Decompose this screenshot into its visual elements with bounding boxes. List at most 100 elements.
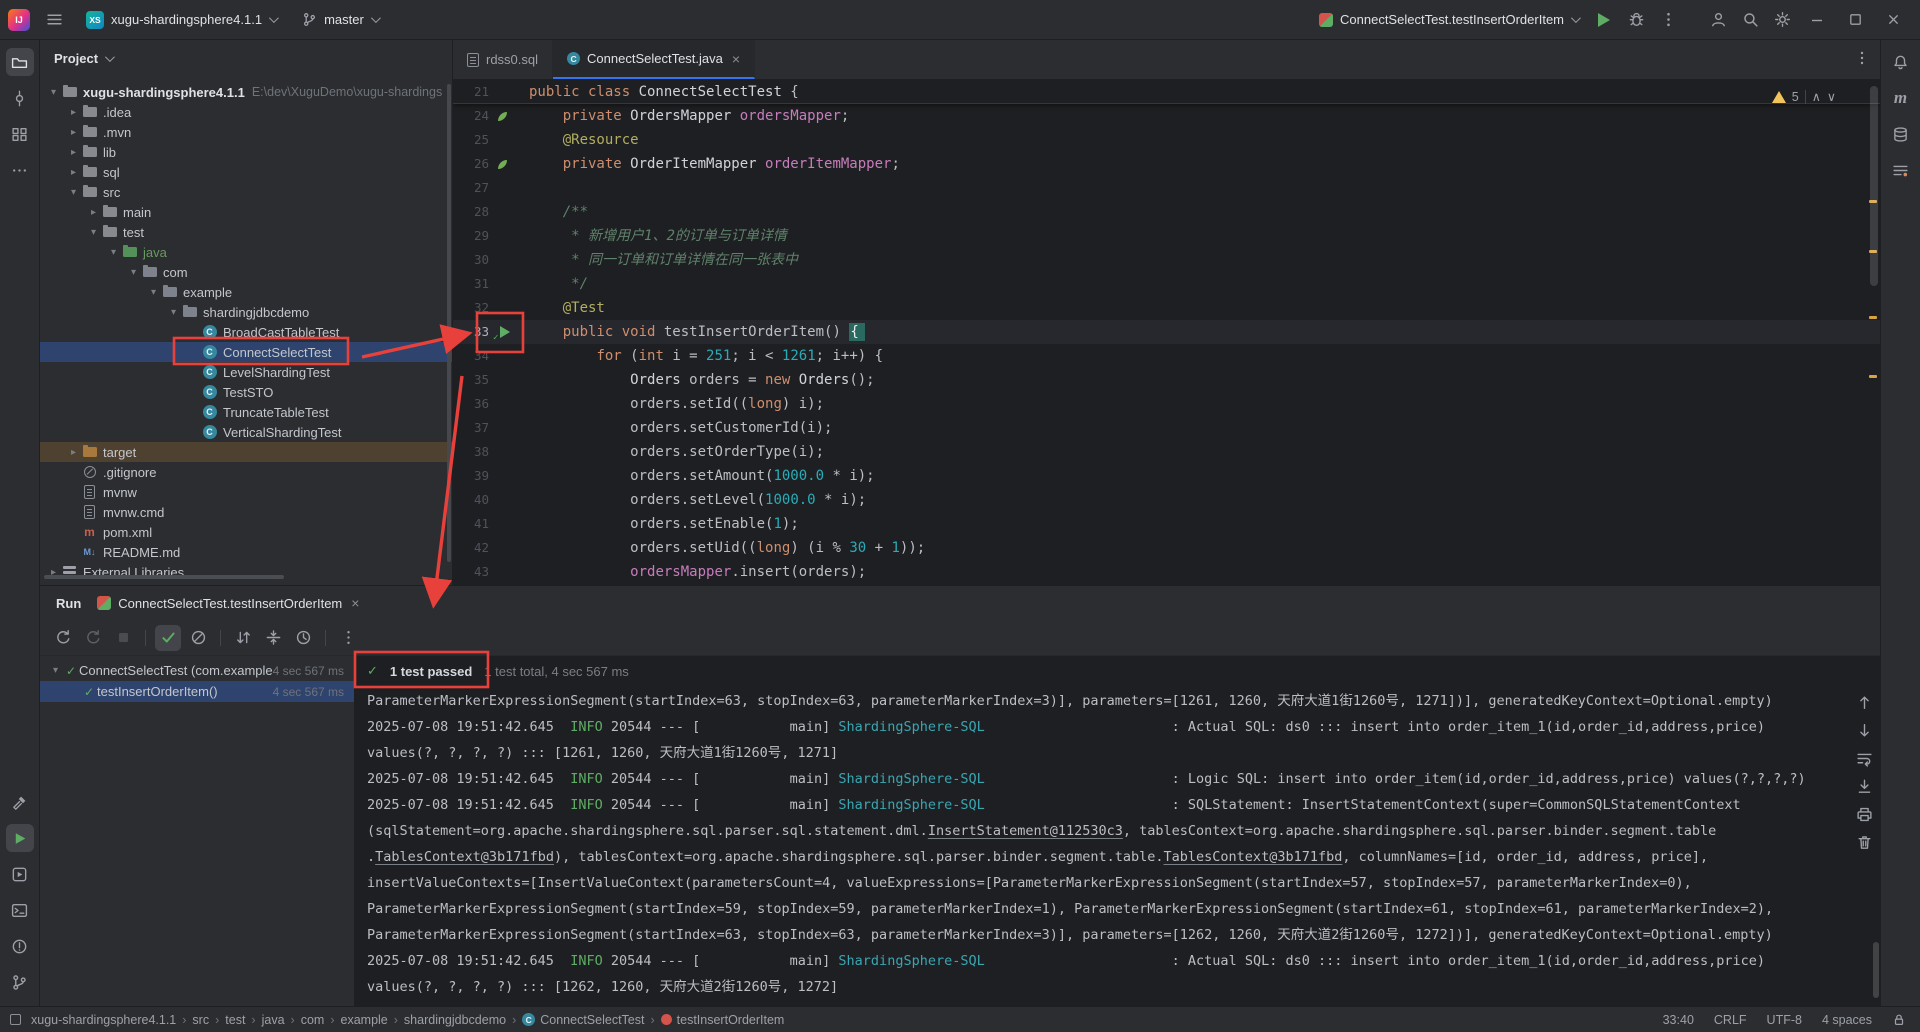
- editor-gutter[interactable]: 40: [453, 488, 529, 512]
- code-line-32[interactable]: 32 @Test: [453, 296, 1880, 320]
- search-everywhere-button[interactable]: [1736, 6, 1764, 34]
- chevron-down-icon[interactable]: [105, 52, 115, 62]
- rerun-button[interactable]: [50, 625, 76, 651]
- breadcrumb-item[interactable]: testInsertOrderItem: [661, 1013, 785, 1027]
- minimize-button[interactable]: [1800, 5, 1834, 35]
- breadcrumb-item[interactable]: com: [301, 1013, 325, 1027]
- editor-gutter[interactable]: 39: [453, 464, 529, 488]
- run-tool-button[interactable]: [6, 824, 34, 852]
- project-tree-item-.mvn[interactable]: ▸.mvn: [40, 122, 452, 142]
- code-line-39[interactable]: 39 orders.setAmount(1000.0 * i);: [453, 464, 1880, 488]
- code-line-37[interactable]: 37 orders.setCustomerId(i);: [453, 416, 1880, 440]
- editor-tab-ConnectSelectTest.java[interactable]: CConnectSelectTest.java×: [553, 40, 755, 79]
- debug-button[interactable]: [1622, 6, 1650, 34]
- run-button[interactable]: [1590, 6, 1618, 34]
- chevron-down-icon[interactable]: ∨: [1827, 85, 1836, 109]
- breadcrumb-item[interactable]: CConnectSelectTest: [522, 1013, 644, 1027]
- project-tree-item-TestSTO[interactable]: CTestSTO: [40, 382, 452, 402]
- editor-gutter[interactable]: 30: [453, 248, 529, 272]
- services-tool-button[interactable]: [6, 860, 34, 888]
- project-tree-item-test[interactable]: ▾test: [40, 222, 452, 242]
- project-tree-item-target[interactable]: ▸target: [40, 442, 452, 462]
- more-v-button[interactable]: [335, 625, 361, 651]
- run-tab[interactable]: ConnectSelectTest.testInsertOrderItem ×: [97, 586, 359, 620]
- project-tree-item-sql[interactable]: ▸sql: [40, 162, 452, 182]
- spring-bean-icon[interactable]: [498, 112, 507, 121]
- project-tree-item-java[interactable]: ▾java: [40, 242, 452, 262]
- duration-button[interactable]: [290, 625, 316, 651]
- run-panel-title[interactable]: Run: [56, 596, 81, 611]
- line-number[interactable]: 21: [453, 80, 489, 103]
- line-number[interactable]: 42: [453, 536, 489, 560]
- console-softwrap-button[interactable]: [1852, 746, 1876, 770]
- project-tree-item-External-Libraries[interactable]: ▸External Libraries: [40, 562, 452, 582]
- project-tree-item-README.md[interactable]: M↓README.md: [40, 542, 452, 562]
- more-tool-button[interactable]: [6, 156, 34, 184]
- console-link[interactable]: TablesContext@3b171fbd: [1164, 849, 1343, 865]
- editor-gutter[interactable]: 24: [453, 104, 529, 128]
- code-line-40[interactable]: 40 orders.setLevel(1000.0 * i);: [453, 488, 1880, 512]
- project-tree-item-com[interactable]: ▾com: [40, 262, 452, 282]
- line-number[interactable]: 27: [453, 176, 489, 200]
- project-panel-title[interactable]: Project: [54, 51, 98, 66]
- project-tree-item-.gitignore[interactable]: .gitignore: [40, 462, 452, 482]
- editor-gutter[interactable]: 33: [453, 320, 529, 344]
- project-tree-item-TruncateTableTest[interactable]: CTruncateTableTest: [40, 402, 452, 422]
- project-widget[interactable]: XS xugu-shardingsphere4.1.1: [78, 6, 284, 34]
- code-line-26[interactable]: 26 private OrderItemMapper orderItemMapp…: [453, 152, 1880, 176]
- project-tree-item-mvnw[interactable]: mvnw: [40, 482, 452, 502]
- breadcrumb-item[interactable]: test: [225, 1013, 245, 1027]
- console-scrollbar[interactable]: [1873, 942, 1879, 998]
- console-down-button[interactable]: [1852, 718, 1876, 742]
- main-menu-button[interactable]: [40, 6, 68, 34]
- line-number[interactable]: 41: [453, 512, 489, 536]
- project-tree-item-lib[interactable]: ▸lib: [40, 142, 452, 162]
- chevron-down-icon[interactable]: ▾: [166, 307, 181, 318]
- chevron-right-icon[interactable]: ▸: [66, 147, 81, 158]
- statusbar-item[interactable]: CRLF: [1714, 1013, 1747, 1027]
- close-icon[interactable]: ×: [351, 595, 359, 611]
- project-tree-item-LevelShardingTest[interactable]: CLevelShardingTest: [40, 362, 452, 382]
- code-line-36[interactable]: 36 orders.setId((long) i);: [453, 392, 1880, 416]
- notifications-tool-button[interactable]: [1887, 48, 1915, 76]
- chevron-right-icon[interactable]: ▸: [66, 107, 81, 118]
- code-line-33[interactable]: 33 public void testInsertOrderItem() {: [453, 320, 1880, 344]
- editor-gutter[interactable]: 21: [453, 80, 529, 103]
- code-line-31[interactable]: 31 */: [453, 272, 1880, 296]
- code-line-25[interactable]: 25 @Resource: [453, 128, 1880, 152]
- breadcrumb-item[interactable]: src: [192, 1013, 209, 1027]
- project-vertical-scrollbar[interactable]: [447, 84, 451, 562]
- close-icon[interactable]: ×: [732, 51, 740, 67]
- line-number[interactable]: 43: [453, 560, 489, 584]
- test-tree-item-ConnectSelectTest-com-example-sh[interactable]: ▾✓ConnectSelectTest (com.example.sh4 sec…: [40, 660, 354, 681]
- line-number[interactable]: 37: [453, 416, 489, 440]
- editor-gutter[interactable]: 26: [453, 152, 529, 176]
- breadcrumb-item[interactable]: xugu-shardingsphere4.1.1: [31, 1013, 176, 1027]
- line-number[interactable]: 36: [453, 392, 489, 416]
- code-line-27[interactable]: 27: [453, 176, 1880, 200]
- editor-gutter[interactable]: 32: [453, 296, 529, 320]
- collapse-button[interactable]: [260, 625, 286, 651]
- project-tree-item-VerticalShardingTest[interactable]: CVerticalShardingTest: [40, 422, 452, 442]
- run-configuration-widget[interactable]: ConnectSelectTest.testInsertOrderItem: [1311, 6, 1586, 34]
- run-test-passed-icon[interactable]: [498, 325, 512, 339]
- statusbar-item[interactable]: 4 spaces: [1822, 1013, 1872, 1027]
- line-number[interactable]: 30: [453, 248, 489, 272]
- editor-gutter[interactable]: 38: [453, 440, 529, 464]
- editor-gutter[interactable]: 28: [453, 200, 529, 224]
- console-link[interactable]: InsertStatement@112530c3: [928, 823, 1123, 839]
- line-number[interactable]: 32: [453, 296, 489, 320]
- project-tree-item-xugu-shardingsphere4.1.1[interactable]: ▾xugu-shardingsphere4.1.1E:\dev\XuguDemo…: [40, 82, 452, 102]
- chevron-up-icon[interactable]: ∧: [1812, 85, 1821, 109]
- chevron-right-icon[interactable]: ▸: [66, 127, 81, 138]
- stop-button[interactable]: [110, 625, 136, 651]
- user-account-button[interactable]: [1704, 6, 1732, 34]
- chevron-down-icon[interactable]: ▾: [146, 287, 161, 298]
- breadcrumb-item[interactable]: shardingjdbcdemo: [404, 1013, 506, 1027]
- project-tree-item-shardingjdbcdemo[interactable]: ▾shardingjdbcdemo: [40, 302, 452, 322]
- line-number[interactable]: 29: [453, 224, 489, 248]
- show-ignored-button[interactable]: [185, 625, 211, 651]
- show-passed-button[interactable]: [155, 625, 181, 651]
- maven-tool-button[interactable]: m: [1887, 84, 1915, 112]
- project-tree-item-mvnw.cmd[interactable]: mvnw.cmd: [40, 502, 452, 522]
